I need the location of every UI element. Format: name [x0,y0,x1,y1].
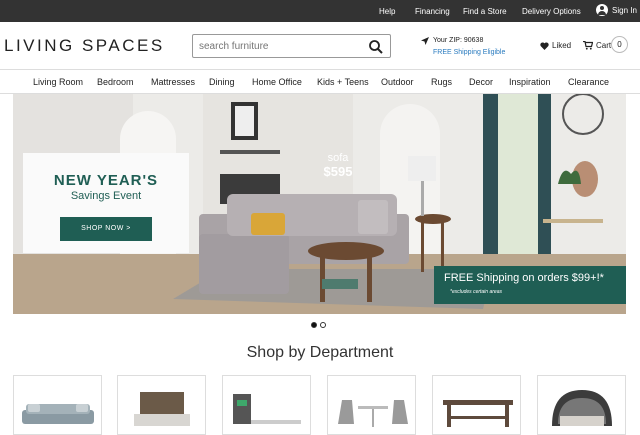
promo-subtitle: Savings Event [70,190,142,202]
nav-rugs[interactable]: Rugs [431,77,452,87]
cart-icon [583,41,593,50]
shipping-title: FREE Shipping on orders $99+!* [444,272,604,284]
zip-text: Your ZIP: 90638 [433,37,484,44]
user-icon [596,4,608,16]
find-a-store-link[interactable]: Find a Store [463,7,507,16]
department-card-beds[interactable] [117,375,206,435]
main-nav: Living Room Bedroom Mattresses Dining Ho… [0,70,640,94]
nav-inspiration[interactable]: Inspiration [509,77,551,87]
nav-dining[interactable]: Dining [209,77,235,87]
liked-label: Liked [552,41,572,50]
help-link[interactable]: Help [379,7,395,16]
financing-link[interactable]: Financing [415,7,450,16]
search-input[interactable] [199,39,359,54]
zip-info[interactable]: Your ZIP: 90638 FREE Shipping Eligible [421,35,505,59]
nav-clearance[interactable]: Clearance [568,77,609,87]
delivery-options-link[interactable]: Delivery Options [522,7,581,16]
bed-image [134,392,190,426]
dining-chairs-image [338,400,408,427]
department-card-dining[interactable] [327,375,416,435]
search-box [192,34,391,58]
living-spaces-logo[interactable]: LIVING SPACES [4,36,165,56]
console-table-image [443,400,513,427]
nav-decor[interactable]: Decor [469,77,493,87]
carousel-dots [311,322,326,328]
location-arrow-icon [421,37,429,45]
nav-outdoor[interactable]: Outdoor [381,77,414,87]
outdoor-daybed-image [552,390,612,426]
carousel-dot-1[interactable] [311,322,317,328]
utility-bar: Help Financing Find a Store Delivery Opt… [0,0,640,22]
site-header: LIVING SPACES Your ZIP: 90638 FREE Shipp… [0,22,640,70]
nav-home-office[interactable]: Home Office [252,77,302,87]
shipping-note: *excludes certain areas [450,289,502,295]
sofa-price-tag: sofa $595 [313,152,363,179]
sofa-image [22,404,94,424]
free-shipping-eligible: FREE Shipping Eligible [433,49,506,56]
nav-kids-teens[interactable]: Kids + Teens [317,77,369,87]
desk-image [233,394,301,424]
shop-by-department-heading: Shop by Department [246,344,394,361]
nav-mattresses[interactable]: Mattresses [151,77,195,87]
liked-button[interactable]: Liked [540,41,571,50]
sign-in-link[interactable]: Sign In [596,4,637,16]
sign-in-label: Sign In [612,5,637,15]
department-card-sofas[interactable] [13,375,102,435]
heart-icon [540,41,549,50]
promo-card: NEW YEAR'S Savings Event SHOP NOW > [23,153,189,253]
search-icon[interactable] [368,39,384,55]
nav-bedroom[interactable]: Bedroom [97,77,134,87]
free-shipping-banner[interactable]: FREE Shipping on orders $99+!* *excludes… [434,266,626,304]
shop-now-button[interactable]: SHOP NOW > [60,217,152,241]
cart-button[interactable]: Cart [583,41,611,50]
hero-banner[interactable]: NEW YEAR'S Savings Event SHOP NOW > sofa… [13,94,626,314]
carousel-dot-2[interactable] [320,322,326,328]
cart-count-badge[interactable]: 0 [611,36,628,53]
department-cards [13,375,626,435]
department-card-outdoor[interactable] [537,375,626,435]
price-value: $595 [323,164,353,179]
nav-living-room[interactable]: Living Room [33,77,83,87]
promo-title: NEW YEAR'S [53,172,159,189]
price-label: sofa [327,152,349,164]
department-card-home-office[interactable] [222,375,311,435]
department-card-storage[interactable] [432,375,521,435]
cart-label: Cart [596,41,612,50]
